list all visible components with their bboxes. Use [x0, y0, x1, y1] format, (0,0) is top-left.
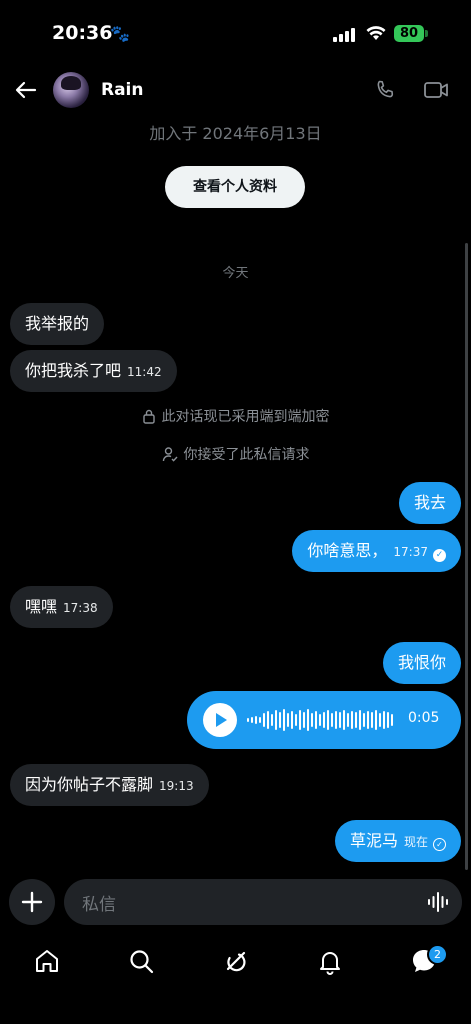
status-time: 20:36: [52, 22, 113, 44]
system-notice-encryption: 此对话现已采用端到端加密: [0, 406, 471, 426]
avatar[interactable]: [53, 72, 89, 108]
battery-indicator: 80: [394, 25, 424, 42]
system-notice-request: 你接受了此私信请求: [0, 444, 471, 464]
message-text: 我举报的: [25, 314, 90, 333]
message-time: 17:37: [393, 545, 428, 559]
plus-icon: [21, 891, 43, 913]
scrollbar[interactable]: [465, 243, 468, 870]
message-input-placeholder: 私信: [82, 895, 116, 915]
message-text: 嘿嘿: [25, 597, 58, 616]
message-text: 你把我杀了吧: [25, 361, 122, 380]
person-check-icon: [162, 447, 178, 462]
message-time: 11:42: [127, 365, 162, 379]
message-text: 我恨你: [397, 653, 446, 672]
play-button[interactable]: [203, 703, 237, 737]
view-profile-button[interactable]: 查看个人资料: [165, 166, 305, 208]
notifications-bell-icon[interactable]: [315, 946, 345, 976]
message-incoming[interactable]: 你把我杀了吧 11:42: [10, 350, 177, 392]
message-time: 19:13: [159, 779, 194, 793]
back-arrow-icon[interactable]: [14, 78, 38, 102]
video-call-icon[interactable]: [423, 78, 449, 102]
sent-check-icon: ✓: [433, 838, 446, 851]
message-incoming[interactable]: 嘿嘿 17:38: [10, 586, 113, 628]
grok-icon[interactable]: [221, 946, 251, 976]
joined-date: 加入于 2024年6月13日: [149, 124, 322, 143]
day-separator: 今天: [222, 266, 249, 281]
waveform-icon: [247, 709, 393, 731]
message-outgoing[interactable]: 我恨你: [382, 642, 461, 684]
message-input[interactable]: [64, 879, 462, 925]
lock-icon: [142, 409, 155, 424]
contact-name[interactable]: Rain: [101, 80, 144, 100]
system-text: 你接受了此私信请求: [183, 447, 310, 463]
message-text: 你啥意思，: [307, 541, 388, 560]
message-text: 我去: [413, 493, 446, 512]
paw-icon: 🐾: [110, 24, 130, 43]
add-attachment-button[interactable]: [9, 879, 55, 925]
search-icon[interactable]: [126, 946, 156, 976]
read-check-icon: ✓: [433, 549, 446, 562]
message-incoming[interactable]: 因为你帖子不露脚 19:13: [10, 764, 209, 806]
message-outgoing[interactable]: 草泥马 现在 ✓: [334, 820, 461, 862]
system-text: 此对话现已采用端到端加密: [161, 409, 330, 425]
voice-duration: 0:05: [408, 710, 440, 726]
message-outgoing[interactable]: 你啥意思， 17:37 ✓: [292, 530, 461, 572]
cell-signal-icon: [333, 28, 359, 42]
play-icon: [216, 713, 227, 727]
phone-icon[interactable]: [373, 78, 397, 102]
home-icon[interactable]: [32, 946, 62, 976]
message-text: 草泥马: [349, 831, 398, 850]
message-incoming[interactable]: 我举报的: [10, 303, 105, 345]
message-time: 现在: [403, 835, 428, 849]
messages-badge: 2: [427, 944, 448, 965]
wifi-icon: [366, 26, 386, 40]
battery-tip: [425, 30, 428, 37]
message-text: 因为你帖子不露脚: [25, 775, 154, 794]
message-time: 17:38: [63, 601, 98, 615]
message-outgoing[interactable]: 我去: [398, 482, 461, 524]
voice-record-icon[interactable]: [427, 891, 449, 913]
